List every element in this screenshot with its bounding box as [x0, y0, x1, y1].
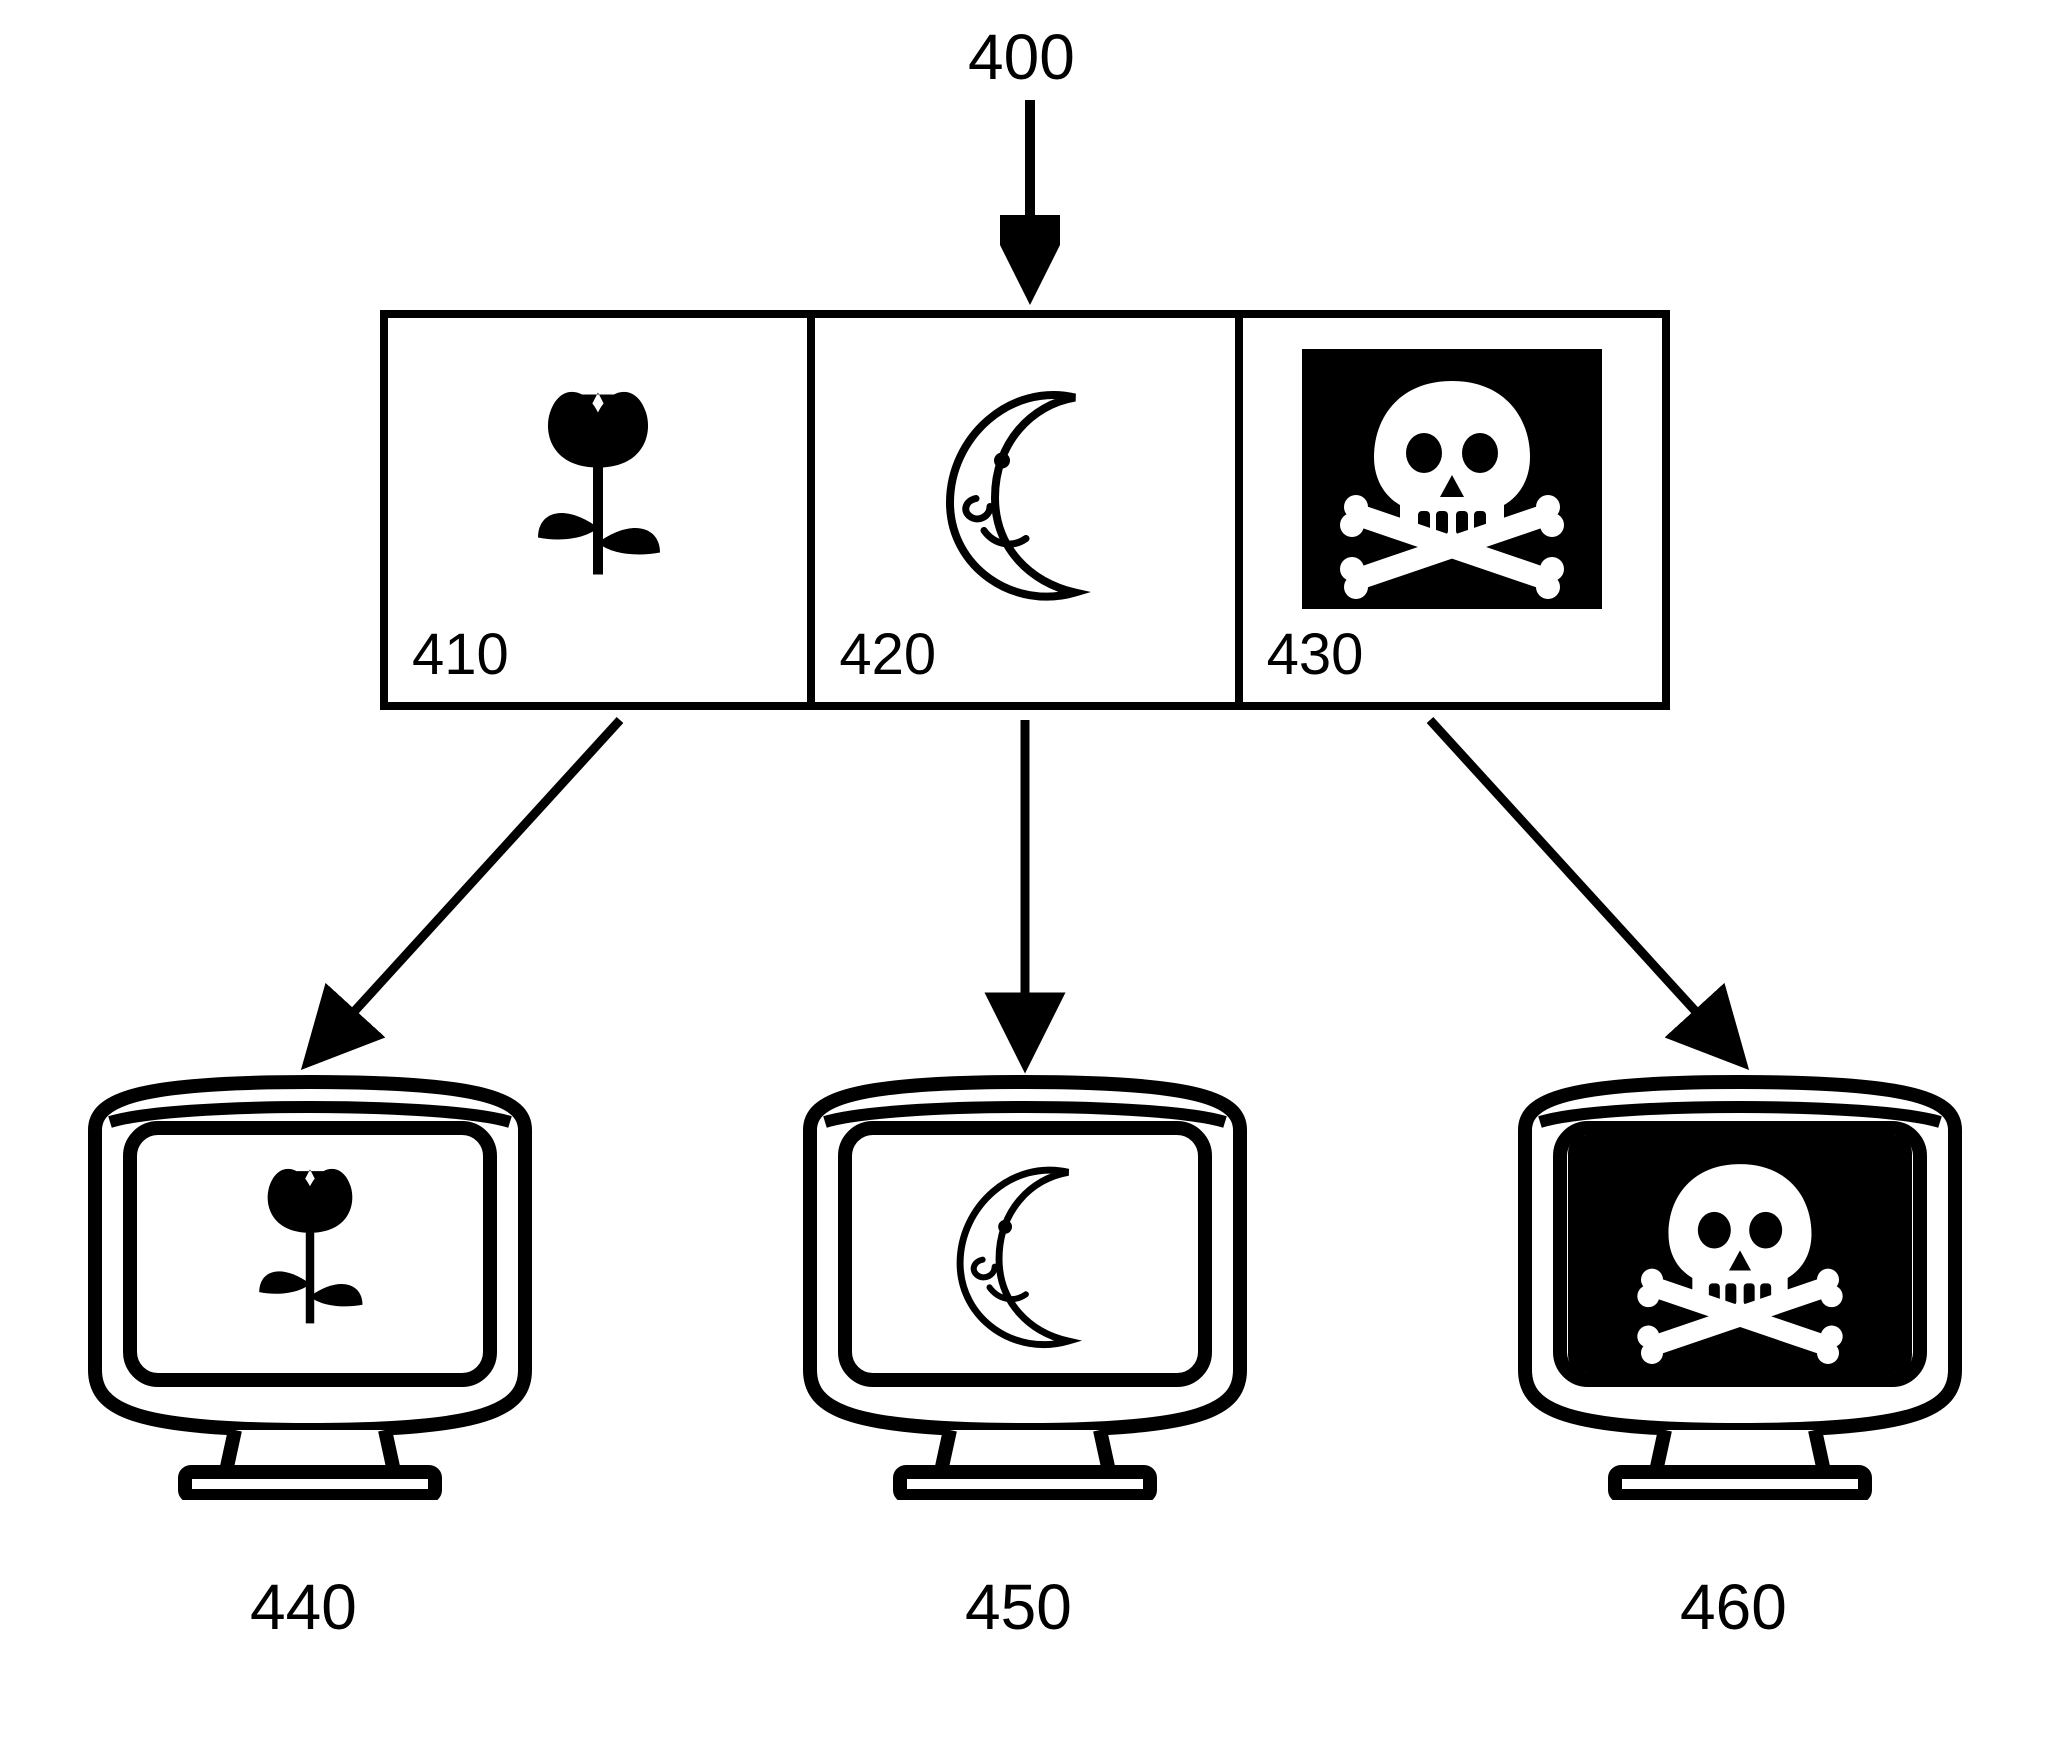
ref-label-460: 460 — [1680, 1570, 1787, 1644]
image-strip: 410 420 430 — [380, 310, 1670, 710]
tulip-icon — [225, 1144, 395, 1364]
strip-cell-420: 420 — [815, 318, 1242, 702]
ref-label-440: 440 — [250, 1570, 357, 1644]
skull-icon — [1625, 1144, 1855, 1364]
cell-label-420: 420 — [839, 621, 936, 688]
monitor-screen — [853, 1135, 1197, 1373]
ref-label-450: 450 — [965, 1570, 1072, 1644]
skull-panel — [1302, 349, 1602, 609]
strip-cell-430: 430 — [1243, 318, 1662, 702]
tulip-icon — [498, 362, 698, 627]
cell-label-410: 410 — [412, 621, 509, 688]
monitor-460 — [1505, 1070, 1975, 1500]
monitor-450 — [790, 1070, 1260, 1500]
diagram-canvas: 400 410 420 — [0, 0, 2054, 1749]
monitor-screen — [1568, 1135, 1912, 1373]
moon-icon — [925, 1142, 1125, 1367]
strip-cell-410: 410 — [388, 318, 815, 702]
monitor-440 — [75, 1070, 545, 1500]
moon-icon — [910, 362, 1140, 627]
monitor-screen — [138, 1135, 482, 1373]
arrow-top-to-strip — [1000, 100, 1060, 310]
ref-label-400: 400 — [968, 20, 1075, 94]
skull-icon — [1332, 359, 1572, 599]
cell-label-430: 430 — [1267, 621, 1364, 688]
